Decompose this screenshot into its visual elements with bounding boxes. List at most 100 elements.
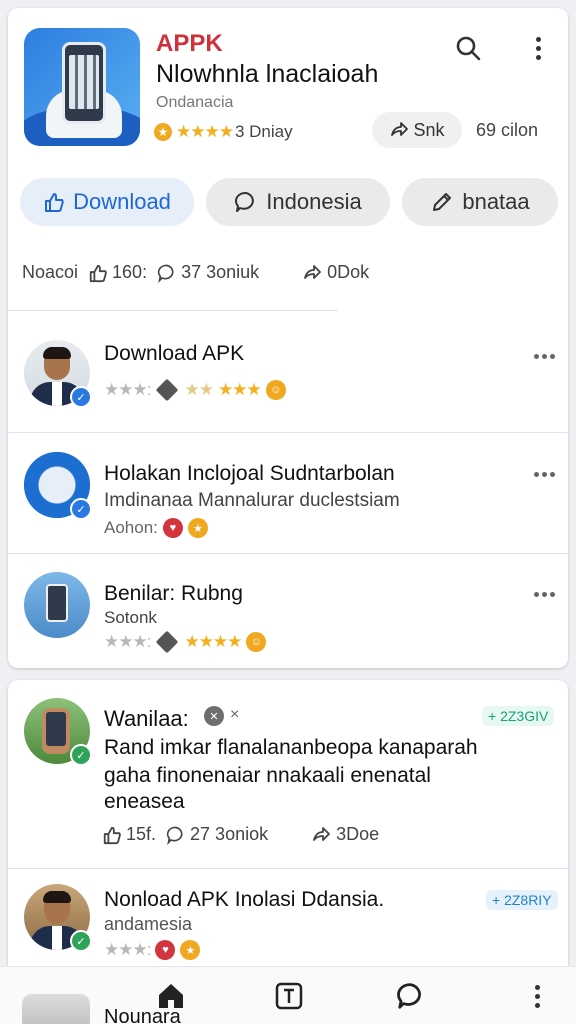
diamond-icon xyxy=(156,630,179,654)
verified-icon: ✓ xyxy=(70,744,92,766)
app-title: Nlowhnla lnaclaioah xyxy=(156,60,379,88)
divider xyxy=(8,432,568,433)
shares-stat[interactable]: 3Doe xyxy=(310,824,379,845)
download-button[interactable]: Download xyxy=(20,178,194,226)
shares-count: 3Doe xyxy=(336,824,380,844)
item-subtitle: Sotonk xyxy=(104,608,157,627)
likes-stat[interactable]: 160: xyxy=(88,262,147,283)
emoji-icon: ☺ xyxy=(265,380,286,400)
likes-count: 15f. xyxy=(126,824,157,844)
divider xyxy=(8,868,568,869)
rating-text: 3 Dniay xyxy=(234,122,293,141)
item-rating: ★★★: ★★★★ ☺ xyxy=(104,630,267,654)
more-horizontal-icon xyxy=(533,591,555,597)
comments-stat[interactable]: 37 3oniuk xyxy=(157,262,259,283)
thumbs-up-icon xyxy=(103,826,121,844)
share-pill-button[interactable]: Snk xyxy=(372,112,462,148)
stats-row: Noacoi 160: 37 3oniuk 0Dok xyxy=(22,262,369,283)
star-icon: ★ xyxy=(180,940,201,960)
avatar xyxy=(24,572,90,638)
heart-icon: ♥ xyxy=(162,518,183,538)
verified-icon: ✓ xyxy=(70,930,92,952)
more-options-button[interactable] xyxy=(520,30,556,66)
divider xyxy=(8,553,568,554)
app-icon[interactable] xyxy=(24,28,140,146)
compose-icon xyxy=(275,982,303,1010)
avatar xyxy=(22,994,90,1024)
share-icon xyxy=(304,264,322,279)
post-badge: + 2Z3GIV xyxy=(482,706,555,726)
heart-icon: ♥ xyxy=(155,940,176,960)
verified-icon: ✓ xyxy=(70,498,92,520)
nav-chat[interactable] xyxy=(394,979,428,1013)
avatar: ✓ xyxy=(24,698,92,766)
rating-stars: ★★★★ xyxy=(176,122,234,141)
search-icon xyxy=(456,36,481,61)
item-meta: ★★★: ♥ ★ xyxy=(104,940,201,960)
comment-icon xyxy=(157,264,174,283)
indonesia-label: Indonesia xyxy=(266,189,362,214)
more-horizontal-icon xyxy=(533,353,555,359)
search-button[interactable] xyxy=(450,30,486,66)
nav-more[interactable] xyxy=(520,979,554,1013)
share-icon xyxy=(313,826,331,841)
item-meta: Aohon: ♥ ★ xyxy=(104,518,208,538)
post-text-line3: eneasea xyxy=(104,790,185,813)
item-subtitle: andamesia xyxy=(104,914,193,934)
item-title: Holakan Inclojoal Sudntarbolan xyxy=(104,462,395,485)
download-label: Download xyxy=(73,189,171,214)
likes-count: 160: xyxy=(112,262,148,282)
shares-stat[interactable]: 0Dok xyxy=(301,262,369,283)
comment-icon xyxy=(235,191,255,212)
verified-icon: ✓ xyxy=(70,386,92,408)
thumbs-up-icon xyxy=(89,264,107,282)
indonesia-button[interactable]: Indonesia xyxy=(206,178,390,226)
divider xyxy=(8,310,338,311)
badge-icon: ✕ xyxy=(204,706,224,726)
post-card: ✓ Wanilaa: ✕ × + 2Z3GIV Rand imkar flana… xyxy=(8,680,568,980)
pencil-icon xyxy=(433,193,452,211)
close-icon[interactable]: × xyxy=(230,706,239,724)
edit-label: bnataa xyxy=(462,189,530,214)
item-rating: ★★★: ★★ ★★★ ☺ xyxy=(104,378,286,402)
item-title: Download APK xyxy=(104,342,245,365)
app-card: APPK Nlowhnla lnaclaioah Ondanacia ★ ★★★… xyxy=(8,8,568,668)
edit-button[interactable]: bnataa xyxy=(402,178,558,226)
avatar: ✓ xyxy=(24,452,92,520)
avatar: ✓ xyxy=(24,884,92,952)
likes-stat[interactable]: 15f. xyxy=(102,824,156,845)
more-horizontal-icon xyxy=(533,471,555,477)
thumbs-up-icon xyxy=(45,193,64,212)
post-stats: 15f. 27 3oniok 3Doe xyxy=(102,824,379,845)
item-title: Benilar: Rubng xyxy=(104,582,243,605)
chat-icon xyxy=(397,983,421,1009)
post-text-line1: Rand imkar flanalananbeopa kanaparah xyxy=(104,736,478,759)
emoji-icon: ☺ xyxy=(246,632,267,652)
badge-icon: ★ xyxy=(154,123,172,141)
item-subtitle: Imdinanaa Mannalurar duclestsiam xyxy=(104,490,400,511)
comments-count: 37 3oniuk xyxy=(181,262,260,282)
comment-icon xyxy=(166,826,183,845)
diamond-icon xyxy=(156,378,179,402)
more-vertical-icon xyxy=(535,36,541,60)
nav-compose[interactable] xyxy=(272,979,306,1013)
share-icon xyxy=(391,122,409,136)
item-more-button[interactable] xyxy=(532,464,556,484)
star-icon: ★ xyxy=(187,518,208,538)
comments-stat[interactable]: 27 3oniok xyxy=(166,824,268,845)
avatar: ✓ xyxy=(24,340,92,408)
item-more-button[interactable] xyxy=(532,584,556,604)
item-title: Nonload APK Inolasi Ddansia. xyxy=(104,888,385,911)
app-rating: ★ ★★★★ 3 Dniay xyxy=(154,122,293,142)
partial-item-title: Nounara xyxy=(104,1006,181,1024)
shares-count: 0Dok xyxy=(327,262,370,282)
item-more-button[interactable] xyxy=(532,346,556,366)
post-badge: + 2Z8RIY xyxy=(486,890,558,910)
share-pill-label: Snk xyxy=(413,119,445,140)
app-size: 69 cilon xyxy=(476,120,539,140)
comments-count: 27 3oniok xyxy=(190,824,269,844)
app-title-brand: APPK xyxy=(156,30,223,57)
stats-label: Noacoi xyxy=(22,262,79,282)
app-subtitle: Ondanacia xyxy=(156,94,234,111)
more-vertical-icon xyxy=(534,984,540,1008)
